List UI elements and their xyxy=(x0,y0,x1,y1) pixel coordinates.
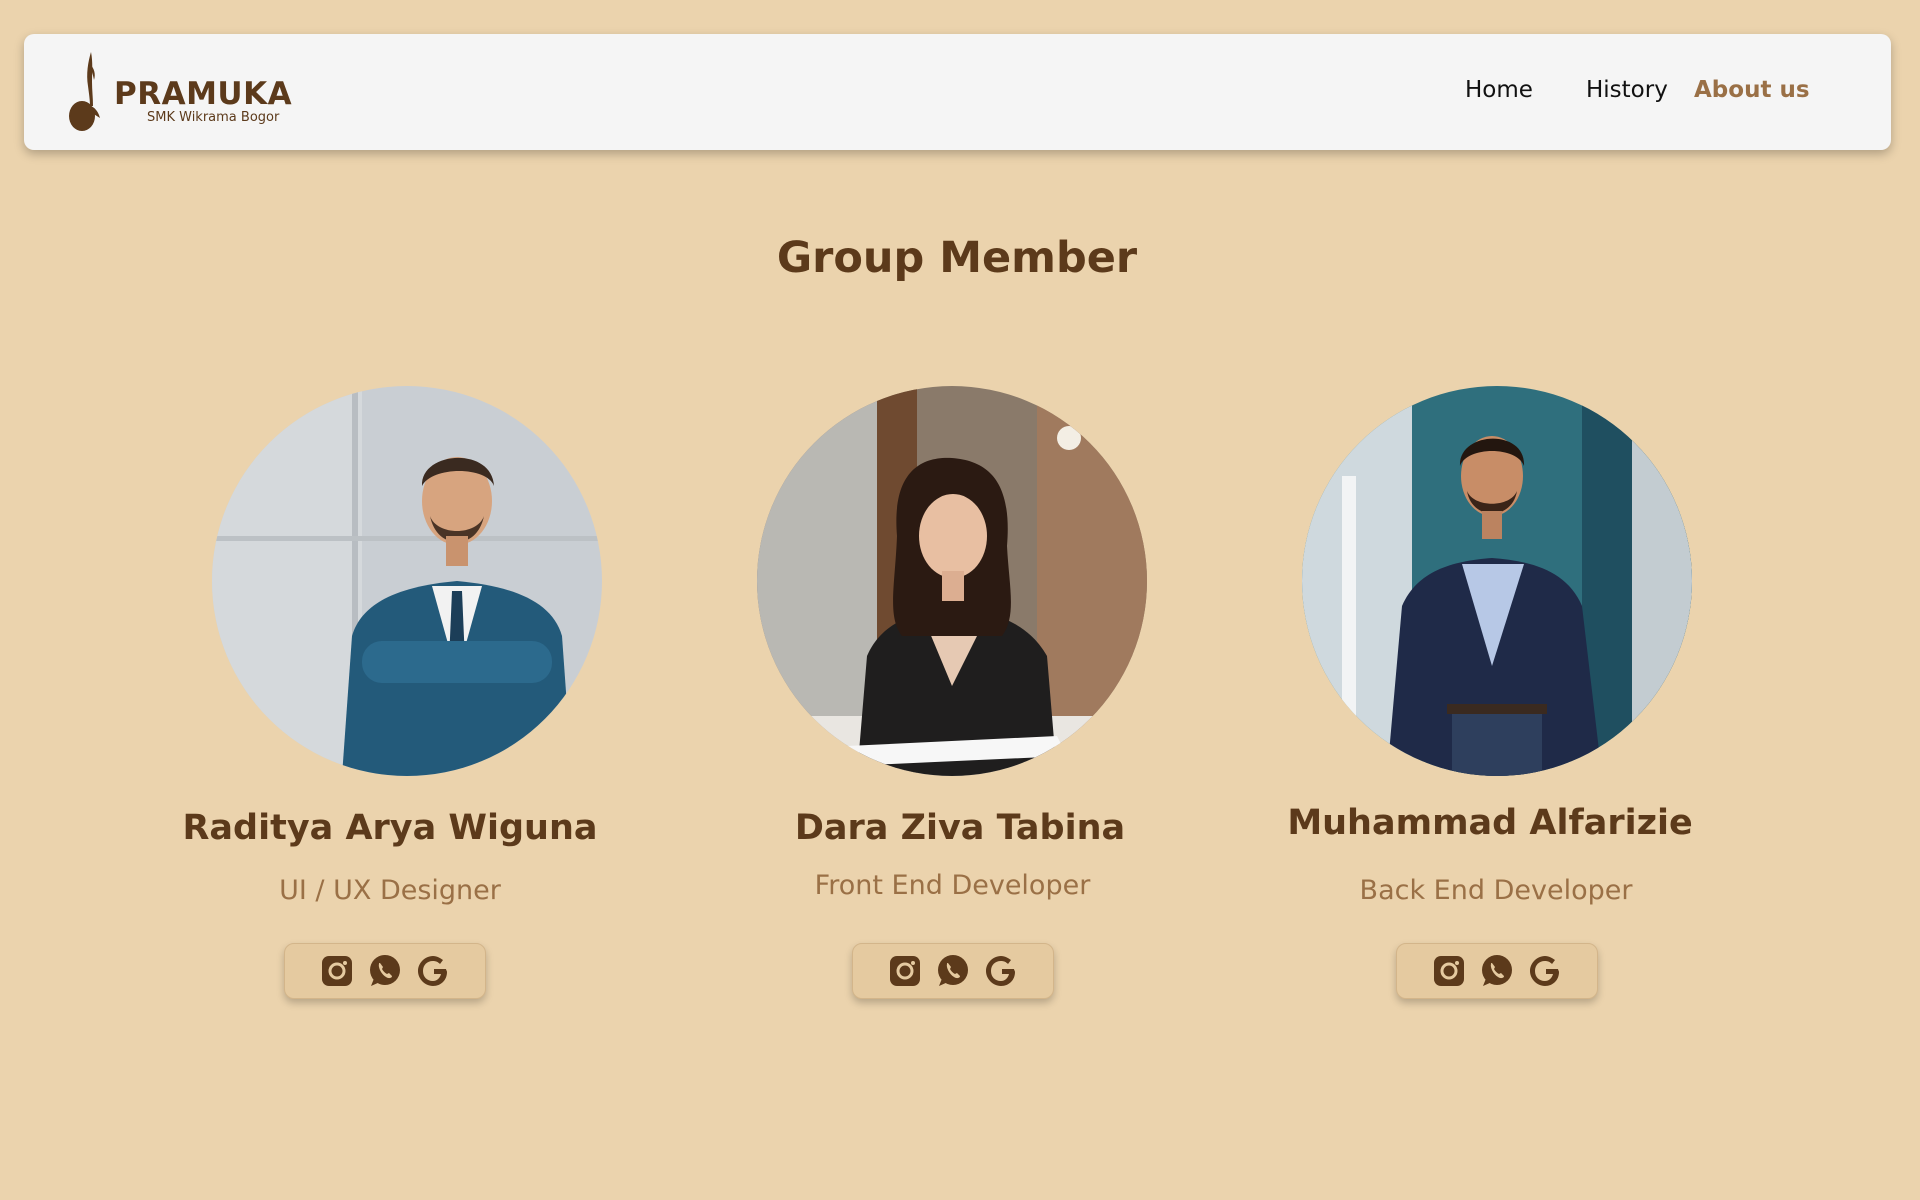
member-name: Muhammad Alfarizie xyxy=(1287,803,1693,843)
whatsapp-icon[interactable] xyxy=(1479,953,1515,989)
instagram-icon[interactable] xyxy=(887,953,923,989)
brand-name: PRAMUKA xyxy=(114,76,293,112)
nav-history-link[interactable]: History xyxy=(1586,77,1668,105)
navbar: PRAMUKA SMK Wikrama Bogor Home History A… xyxy=(24,34,1891,150)
member-role: Front End Developer xyxy=(814,870,1091,901)
member-role: Back End Developer xyxy=(1359,875,1633,906)
whatsapp-icon[interactable] xyxy=(935,953,971,989)
instagram-icon[interactable] xyxy=(319,953,355,989)
nav-home-link[interactable]: Home xyxy=(1465,77,1533,105)
brand-subtitle: SMK Wikrama Bogor xyxy=(147,110,280,125)
member-photo xyxy=(1302,386,1692,776)
member-photo xyxy=(757,386,1147,776)
google-icon[interactable] xyxy=(983,953,1019,989)
man-in-teal-suit-photo xyxy=(212,386,602,776)
social-links xyxy=(1396,943,1598,999)
page-title: Group Member xyxy=(776,233,1138,283)
member-role: UI / UX Designer xyxy=(279,875,501,906)
member-name: Dara Ziva Tabina xyxy=(794,808,1126,848)
google-icon[interactable] xyxy=(415,953,451,989)
woman-at-desk-photo xyxy=(757,386,1147,776)
social-links xyxy=(852,943,1054,999)
google-icon[interactable] xyxy=(1527,953,1563,989)
whatsapp-icon[interactable] xyxy=(367,953,403,989)
brand[interactable]: PRAMUKA SMK Wikrama Bogor xyxy=(66,50,306,134)
scout-logo-icon xyxy=(69,52,100,131)
member-photo xyxy=(212,386,602,776)
instagram-icon[interactable] xyxy=(1431,953,1467,989)
social-links xyxy=(284,943,486,999)
man-in-navy-blazer-photo xyxy=(1302,386,1692,776)
member-name: Raditya Arya Wiguna xyxy=(182,808,598,848)
nav-about-link[interactable]: About us xyxy=(1694,77,1810,105)
